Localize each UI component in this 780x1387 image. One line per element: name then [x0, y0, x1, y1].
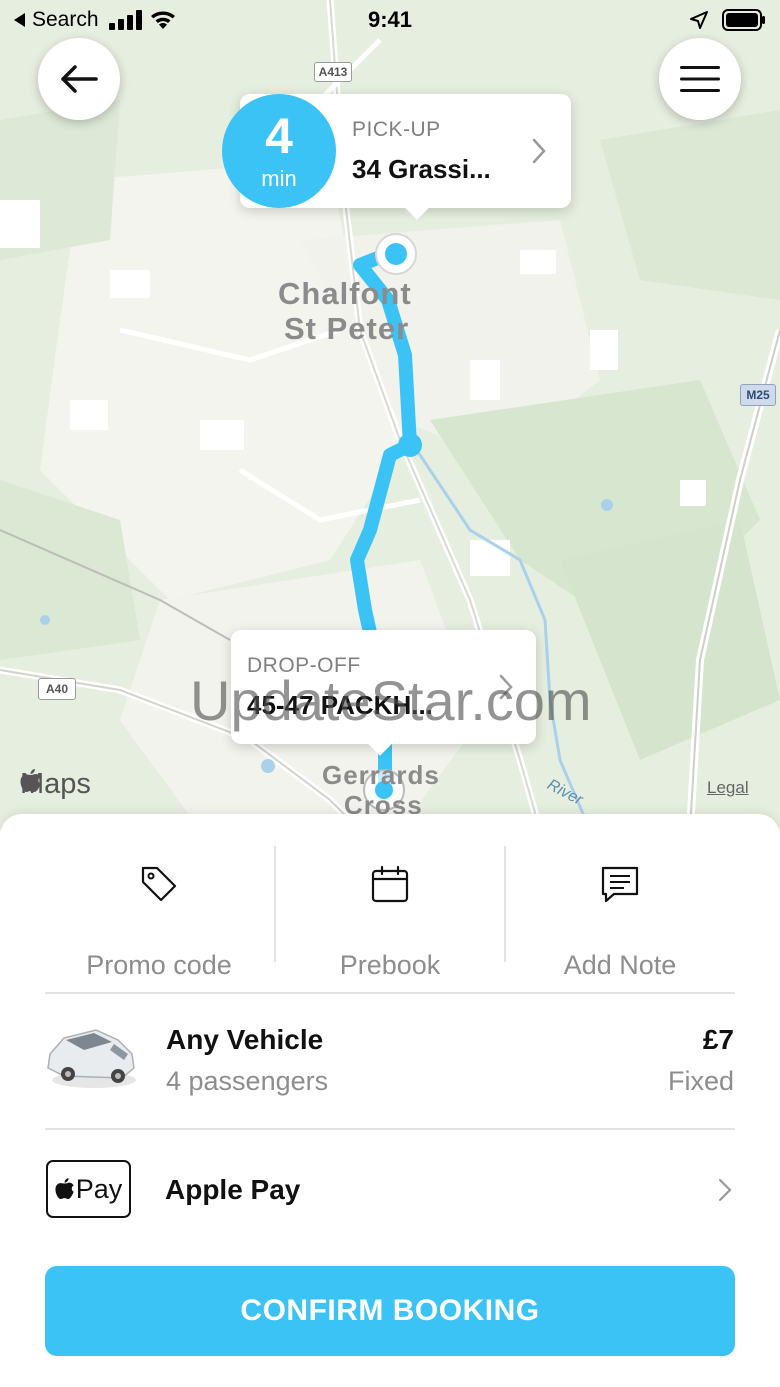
dropoff-address: 45-47 PACKH...: [247, 690, 433, 720]
map-place-label: Gerrards: [322, 760, 440, 790]
chevron-right-icon: [499, 674, 513, 700]
location-arrow-icon: [690, 11, 708, 29]
payment-method-row[interactable]: Pay Apple Pay: [0, 1130, 780, 1250]
legal-link[interactable]: Legal: [707, 778, 749, 798]
add-note-button[interactable]: Add Note: [505, 834, 735, 980]
promo-code-button[interactable]: Promo code: [44, 834, 274, 980]
apple-logo-icon: [55, 1178, 74, 1199]
prebook-button[interactable]: Prebook: [275, 834, 505, 980]
vehicle-row[interactable]: Any Vehicle 4 passengers £7 Fixed: [0, 994, 780, 1128]
confirm-booking-button[interactable]: CONFIRM BOOKING: [45, 1266, 735, 1356]
chevron-right-icon: [532, 138, 546, 164]
payment-method-name: Apple Pay: [165, 1174, 301, 1205]
tag-icon: [141, 866, 177, 902]
road-shield-a413: A413: [314, 62, 352, 82]
back-button[interactable]: [38, 38, 120, 120]
booking-sheet: Promo code Prebook Add Note Any Vehicle …: [0, 814, 780, 1387]
apple-pay-badge: Pay: [46, 1160, 131, 1218]
prebook-label: Prebook: [339, 950, 441, 980]
maps-attribution: Maps: [20, 768, 91, 801]
fare-type: Fixed: [667, 1066, 734, 1096]
road-shield-m25: M25: [740, 384, 776, 406]
eta-unit: min: [261, 166, 297, 191]
arrow-left-icon: [61, 65, 98, 93]
hamburger-menu-icon: [680, 66, 720, 92]
chevron-right-icon: [718, 1178, 732, 1202]
battery-icon: [722, 9, 765, 31]
map-place-label: St Peter: [284, 311, 410, 346]
menu-button[interactable]: [659, 38, 741, 120]
eta-badge: 4 min: [222, 94, 336, 208]
fare-price: £7: [702, 1024, 734, 1055]
dropoff-label: DROP-OFF: [247, 654, 361, 677]
pickup-label: PICK-UP: [352, 118, 441, 141]
map-place-label: Chalfont: [278, 276, 412, 311]
status-bar: Search 9:41: [0, 0, 780, 40]
apple-pay-badge-label: Pay: [75, 1173, 123, 1204]
car-icon: [47, 1029, 136, 1088]
note-icon: [601, 866, 639, 903]
apple-logo-icon: [20, 769, 41, 792]
road-shield-a40: A40: [38, 678, 76, 700]
calendar-icon: [371, 865, 409, 903]
promo-code-label: Promo code: [86, 950, 232, 980]
add-note-label: Add Note: [563, 950, 677, 980]
status-time: 9:41: [367, 7, 413, 32]
eta-value: 4: [265, 108, 293, 164]
vehicle-passengers: 4 passengers: [166, 1066, 329, 1096]
vehicle-name: Any Vehicle: [166, 1024, 324, 1055]
pickup-address: 34 Grassi...: [352, 154, 491, 184]
dropoff-callout[interactable]: DROP-OFF 45-47 PACKH...: [231, 630, 536, 744]
